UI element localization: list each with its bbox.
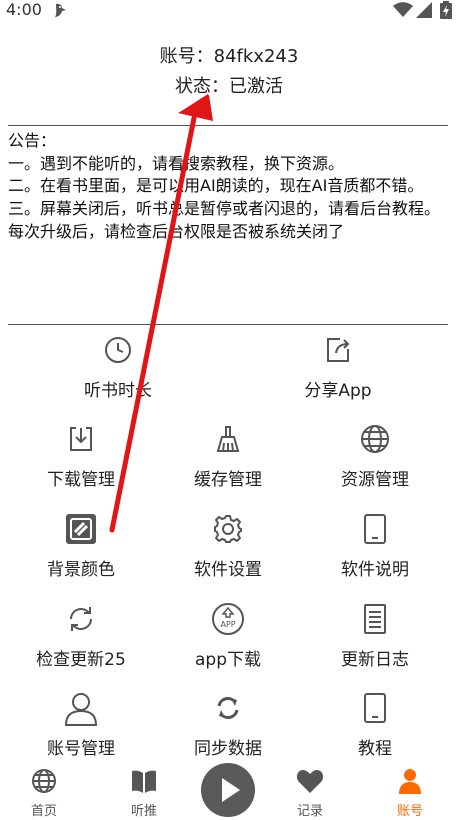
gear-icon: [212, 513, 244, 545]
listen-duration-button[interactable]: 听书时长: [48, 334, 188, 414]
account-status: 状态：已激活: [175, 76, 283, 97]
nav-account[interactable]: 账号: [370, 764, 450, 819]
refresh-icon: [65, 603, 97, 635]
sync-icon: [212, 692, 244, 724]
nav-records-label: 记录: [296, 804, 323, 819]
bottom-nav: 首页 听推 记录 账号: [0, 760, 458, 820]
listen-duration-label: 听书时长: [84, 381, 152, 401]
notice-panel: 公告： 一。遇到不能听的，请看搜索教程，换下资源。 二。在看书里面，是可以用AI…: [8, 130, 448, 244]
nav-home[interactable]: 首页: [4, 764, 84, 819]
status-bar: 4:00: [0, 0, 458, 22]
download-icon: [65, 423, 97, 455]
nav-listen-recommend-label: 听推: [130, 804, 157, 819]
app-download-button[interactable]: APP app下载: [158, 603, 298, 683]
source-manage-label: 资源管理: [341, 470, 409, 490]
wifi-icon: [393, 2, 413, 17]
share-app-button[interactable]: 分享App: [268, 334, 408, 414]
check-update-button[interactable]: 检查更新25: [11, 603, 151, 683]
app-download-icon: APP: [212, 603, 244, 635]
account-manage-label: 账号管理: [47, 739, 115, 759]
tutorial-label: 教程: [358, 739, 392, 759]
cache-manage-label: 缓存管理: [194, 470, 262, 490]
notice-title: 公告：: [8, 131, 57, 150]
play-button[interactable]: [201, 763, 255, 817]
tablet-icon: [359, 692, 391, 724]
background-color-button[interactable]: 背景颜色: [11, 513, 151, 593]
cache-manage-button[interactable]: 缓存管理: [158, 423, 298, 503]
notice-line-1: 一。遇到不能听的，请看搜索教程，换下资源。: [8, 153, 345, 173]
globe-nav-icon: [32, 769, 56, 793]
notice-line-3: 三。屏幕关闭后，听书总是暂停或者闪退的，请看后台教程。每次升级后，请检查后台权限…: [8, 199, 441, 241]
notice-line-2: 二。在看书里面，是可以用AI朗读的，现在AI音质都不错。: [8, 176, 424, 196]
download-manage-button[interactable]: 下载管理: [11, 423, 151, 503]
changelog-label: 更新日志: [341, 650, 409, 670]
nav-account-label: 账号: [396, 804, 423, 819]
nav-home-label: 首页: [30, 804, 57, 819]
software-info-button[interactable]: 软件说明: [305, 513, 445, 593]
account-person-icon: [399, 769, 421, 794]
sync-data-label: 同步数据: [194, 739, 262, 759]
phone-icon: [359, 513, 391, 545]
globe-icon: [359, 423, 391, 455]
status-time: 4:00: [6, 0, 42, 19]
user-icon: [64, 692, 98, 726]
divider-bottom: [8, 324, 448, 325]
changelog-button[interactable]: 更新日志: [305, 603, 445, 683]
document-icon: [359, 603, 391, 635]
source-manage-button[interactable]: 资源管理: [305, 423, 445, 503]
nav-records[interactable]: 记录: [270, 764, 350, 819]
book-icon: [132, 770, 156, 793]
download-manage-label: 下载管理: [47, 470, 115, 490]
nav-listen-recommend[interactable]: 听推: [104, 764, 184, 819]
app-badge-text: APP: [220, 620, 235, 629]
software-settings-label: 软件设置: [194, 560, 262, 580]
broom-icon: [212, 423, 244, 455]
software-settings-button[interactable]: 软件设置: [158, 513, 298, 593]
divider-top: [8, 125, 448, 126]
share-app-label: 分享App: [304, 381, 372, 401]
app-download-label: app下载: [195, 650, 261, 670]
background-color-label: 背景颜色: [47, 560, 115, 580]
share-icon: [322, 334, 354, 366]
battery-charging-icon: [440, 1, 452, 19]
software-info-label: 软件说明: [341, 560, 409, 580]
account-id: 账号：84fkx243: [159, 46, 299, 67]
clock-icon: [102, 334, 134, 366]
play-icon: [222, 778, 240, 802]
bird-notification-icon: [55, 3, 66, 18]
signal-icon: [416, 2, 432, 18]
check-update-label: 检查更新25: [36, 650, 126, 670]
heart-icon: [296, 770, 324, 793]
palette-icon: [65, 513, 97, 545]
